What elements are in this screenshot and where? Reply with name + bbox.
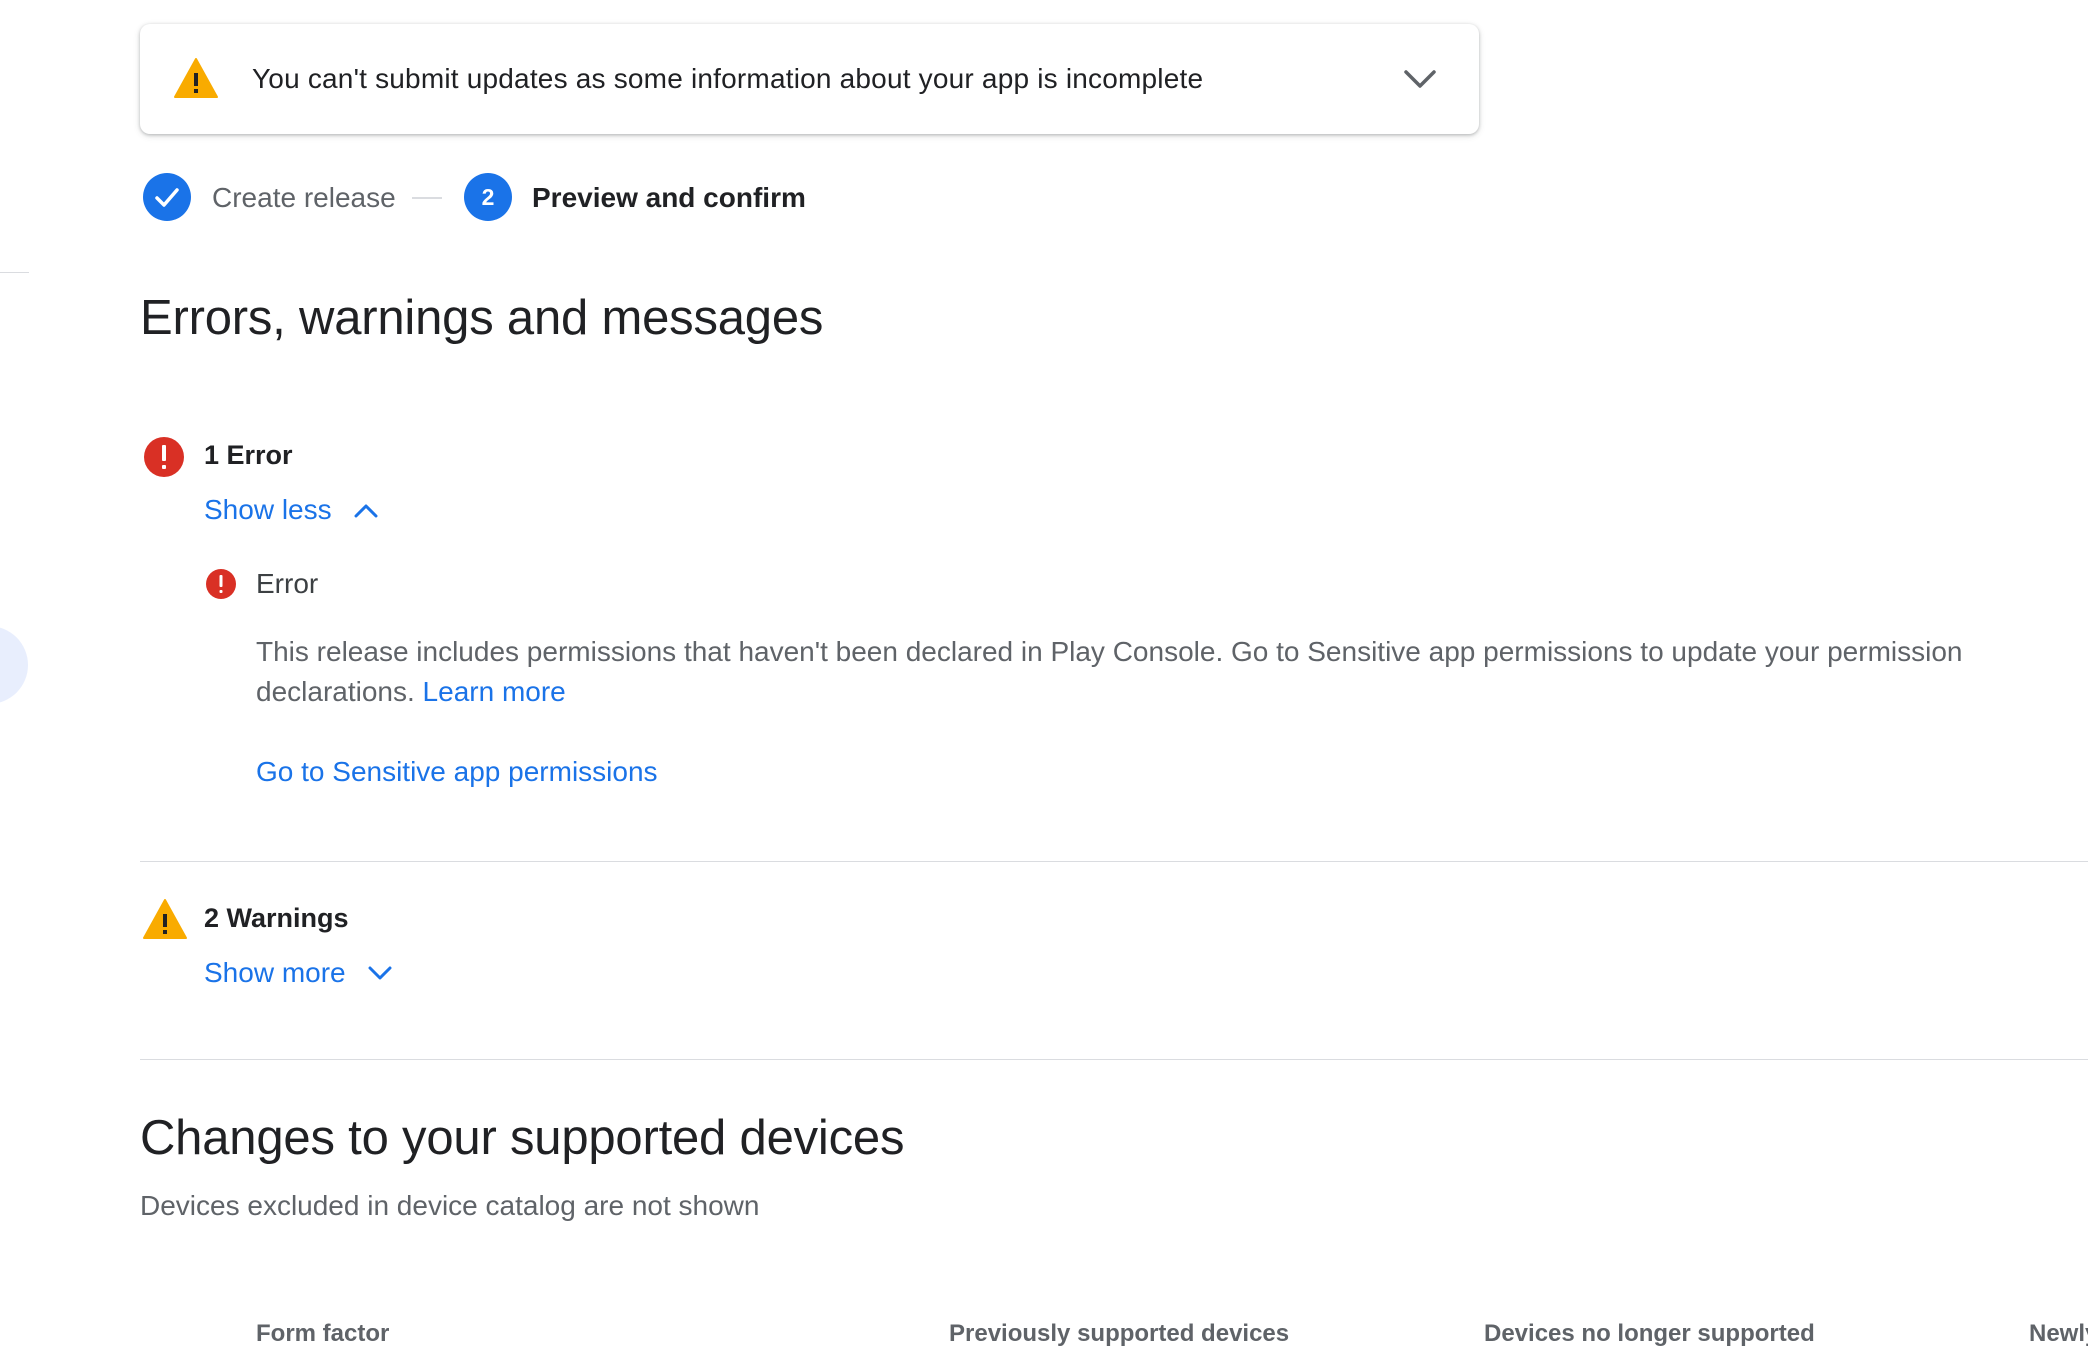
section-divider [140, 1059, 2088, 1060]
learn-more-link[interactable]: Learn more [423, 676, 566, 707]
error-icon [206, 569, 236, 599]
warnings-count-title: 2 Warnings [204, 903, 349, 933]
step-create-release-label[interactable]: Create release [212, 180, 396, 216]
sidebar-active-indicator[interactable] [0, 626, 28, 704]
column-header-form-factor: Form factor [256, 1320, 390, 1347]
devices-section-title: Changes to your supported devices [140, 1111, 905, 1165]
chevron-down-icon [368, 966, 392, 980]
step-create-release-indicator[interactable] [143, 173, 191, 221]
error-icon [144, 437, 184, 477]
show-more-label: Show more [204, 957, 346, 988]
column-header-no-longer-supported: Devices no longer supported [1484, 1320, 1815, 1347]
sidebar-divider [0, 272, 29, 273]
error-item-label: Error [256, 568, 319, 599]
incomplete-info-banner[interactable]: You can't submit updates as some informa… [140, 24, 1479, 134]
errors-count-title: 1 Error [204, 440, 293, 470]
errors-section-title: Errors, warnings and messages [140, 291, 824, 345]
step-preview-indicator[interactable]: 2 [464, 173, 512, 221]
chevron-down-icon[interactable] [1401, 62, 1439, 96]
section-divider [140, 861, 2088, 862]
banner-message: You can't submit updates as some informa… [252, 63, 1204, 94]
step-connector [412, 197, 442, 199]
warning-icon [174, 58, 218, 98]
column-header-previously-supported: Previously supported devices [949, 1320, 1290, 1347]
go-to-sensitive-permissions-link[interactable]: Go to Sensitive app permissions [256, 756, 658, 788]
show-less-button[interactable]: Show less [204, 494, 380, 526]
step-preview-label[interactable]: Preview and confirm [532, 180, 806, 216]
show-more-button[interactable]: Show more [204, 957, 394, 989]
warning-icon [143, 899, 187, 939]
show-less-label: Show less [204, 494, 332, 525]
devices-section-subtitle: Devices excluded in device catalog are n… [140, 1190, 760, 1221]
error-item-message: This release includes permissions that h… [256, 632, 2056, 712]
chevron-up-icon [354, 504, 378, 518]
check-icon [155, 188, 179, 207]
column-header-newly-supported: Newly [2029, 1320, 2088, 1347]
